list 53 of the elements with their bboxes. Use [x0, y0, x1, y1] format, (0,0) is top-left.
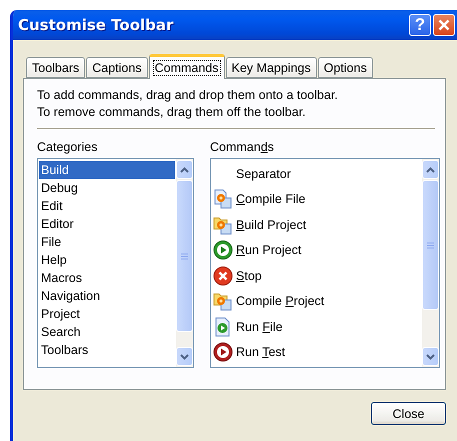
play-icon — [213, 342, 233, 362]
category-item[interactable]: Editor — [39, 215, 175, 233]
down-chevron-icon — [180, 354, 189, 360]
folder-gear-icon — [213, 291, 233, 312]
category-item[interactable]: Help — [39, 251, 175, 269]
tab[interactable]: Key Mappings — [226, 57, 317, 78]
commands-label: Commands — [210, 140, 275, 154]
command-item[interactable]: Run Project — [236, 243, 302, 258]
instruction-text: To add commands, drag and drop them onto a toolbar. — [37, 87, 339, 104]
tab[interactable]: Commands — [148, 54, 225, 79]
category-item[interactable]: Macros — [39, 269, 175, 287]
close-icon — [438, 19, 450, 31]
tab[interactable]: Captions — [86, 57, 148, 78]
command-item[interactable]: Separator — [236, 166, 291, 181]
command-item[interactable]: Compile File — [236, 192, 306, 206]
scroll-up-button[interactable] — [176, 160, 193, 179]
window-title: Customise Toolbar — [18, 16, 174, 34]
scrollbar[interactable] — [422, 159, 439, 367]
grip-icon — [427, 242, 434, 248]
down-chevron-icon — [426, 354, 435, 360]
up-chevron-icon — [180, 166, 189, 172]
category-item[interactable]: Build — [39, 161, 175, 179]
grip-icon — [181, 252, 188, 260]
play-icon — [213, 240, 233, 260]
category-item[interactable]: Project — [39, 305, 175, 323]
scroll-up-button[interactable] — [422, 160, 439, 179]
category-item[interactable]: Debug — [39, 179, 175, 197]
category-item[interactable]: Navigation — [39, 287, 175, 305]
command-item[interactable]: Run File — [236, 320, 283, 334]
file-gear-icon — [213, 189, 233, 210]
category-item[interactable]: Edit — [39, 197, 175, 215]
scroll-thumb[interactable] — [422, 180, 439, 310]
command-item[interactable]: Build Project — [236, 218, 306, 232]
category-item[interactable]: File — [39, 233, 175, 251]
command-item[interactable]: Compile Project — [236, 294, 324, 308]
instruction-text: To remove commands, drag them off the toolbar. — [37, 104, 307, 121]
up-chevron-icon — [426, 166, 435, 172]
command-item[interactable]: Stop — [236, 268, 262, 283]
category-item[interactable]: Search — [39, 323, 175, 341]
command-item[interactable]: Run Test — [236, 345, 286, 360]
tab[interactable]: Toolbars — [26, 57, 86, 78]
close-dialog-button[interactable]: Close — [371, 402, 446, 425]
stop-icon — [213, 266, 233, 286]
categories-label: Categories — [37, 140, 98, 154]
scroll-down-button[interactable] — [422, 347, 439, 366]
folder-gear-icon — [213, 214, 233, 235]
scroll-down-button[interactable] — [176, 347, 193, 366]
close-button[interactable] — [433, 14, 455, 36]
help-button[interactable]: ? — [409, 14, 431, 36]
tab[interactable]: Options — [318, 57, 373, 78]
scroll-thumb[interactable] — [176, 180, 193, 332]
scrollbar[interactable] — [176, 159, 193, 367]
category-item[interactable]: Toolbars — [39, 341, 175, 359]
